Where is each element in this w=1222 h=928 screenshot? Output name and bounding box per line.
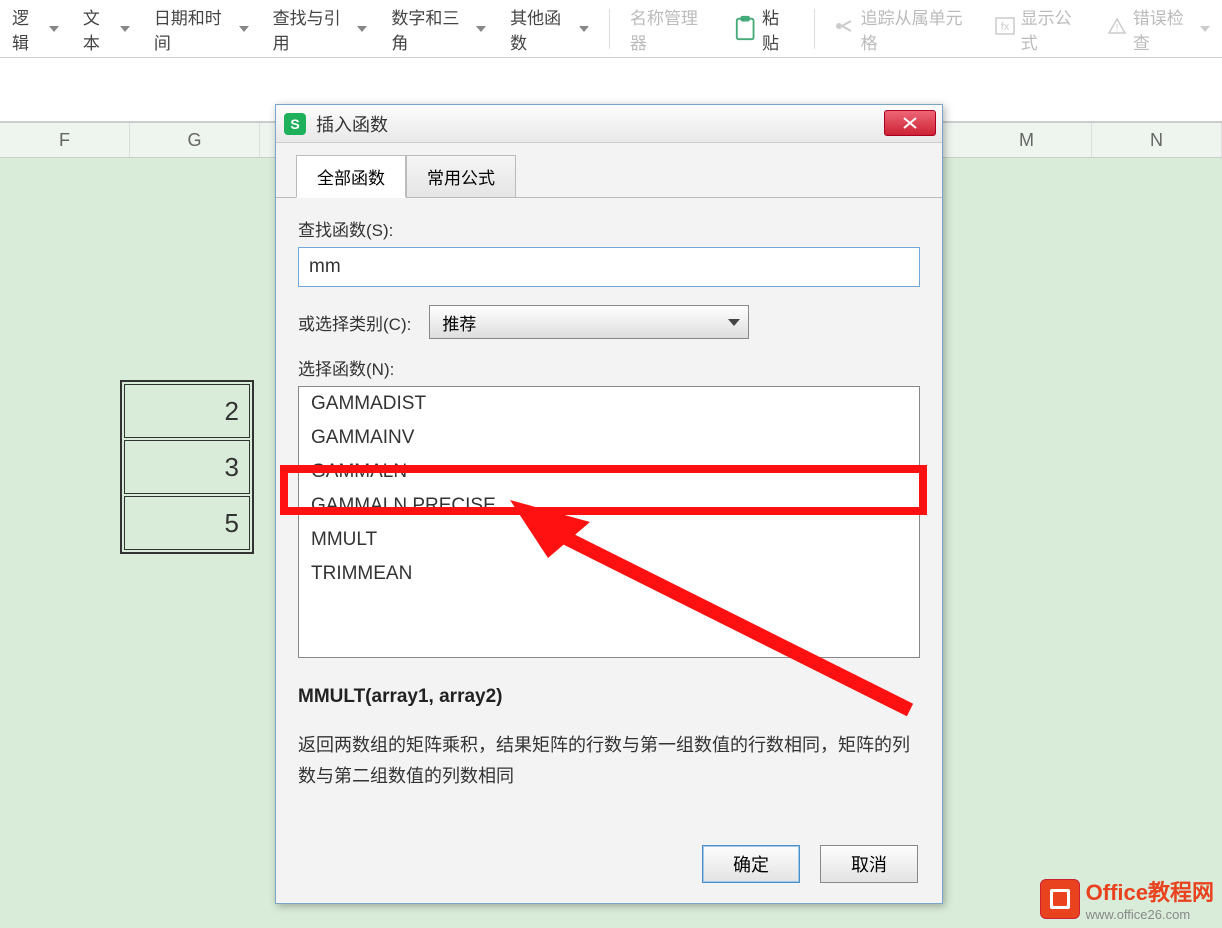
ok-button[interactable]: 确定 xyxy=(702,845,800,883)
category-label: 或选择类别(C): xyxy=(298,310,411,335)
col-header-n[interactable]: N xyxy=(1092,123,1222,157)
separator xyxy=(609,9,610,49)
ribbon-logic[interactable]: 逻辑 xyxy=(4,0,67,58)
watermark-url: www.office26.com xyxy=(1086,907,1214,922)
close-icon xyxy=(903,117,917,129)
ribbon-math-label: 数字和三角 xyxy=(391,4,470,54)
ribbon-lookup[interactable]: 查找与引用 xyxy=(265,0,376,58)
ribbon-logic-label: 逻辑 xyxy=(12,4,43,54)
data-table: 2 3 5 xyxy=(120,380,254,554)
function-item[interactable]: GAMMALN.PRECISE xyxy=(299,489,919,523)
select-function-label: 选择函数(N): xyxy=(298,355,920,380)
function-list[interactable]: GAMMADIST GAMMAINV GAMMALN GAMMALN.PRECI… xyxy=(298,386,920,658)
search-input[interactable] xyxy=(298,247,920,287)
tab-all-functions[interactable]: 全部函数 xyxy=(296,155,406,198)
insert-function-dialog: S 插入函数 全部函数 常用公式 查找函数(S): 或选择类别(C): 推荐 选… xyxy=(275,104,943,904)
ribbon-other-label: 其他函数 xyxy=(510,4,573,54)
ribbon-math[interactable]: 数字和三角 xyxy=(383,0,494,58)
category-value: 推荐 xyxy=(442,310,476,335)
category-select[interactable]: 推荐 xyxy=(429,305,749,339)
tab-common-formulas[interactable]: 常用公式 xyxy=(406,155,516,198)
dialog-title-text: 插入函数 xyxy=(316,111,388,137)
separator xyxy=(814,9,815,49)
cell[interactable]: 5 xyxy=(124,496,250,550)
close-button[interactable] xyxy=(884,110,936,136)
dropdown-icon xyxy=(579,26,589,32)
dialog-buttons: 确定 取消 xyxy=(702,845,918,883)
dropdown-icon xyxy=(239,26,249,32)
col-header-f[interactable]: F xyxy=(0,123,130,157)
svg-text:!: ! xyxy=(1115,23,1118,34)
ribbon-paste[interactable]: 粘贴 xyxy=(726,0,802,58)
ribbon-datetime-label: 日期和时间 xyxy=(154,4,233,54)
app-icon: S xyxy=(284,113,306,135)
function-description: 返回两数组的矩阵乘积，结果矩阵的行数与第一组数值的行数相同，矩阵的列数与第二组数… xyxy=(298,730,920,791)
dropdown-icon xyxy=(357,26,367,32)
ribbon-lookup-label: 查找与引用 xyxy=(273,4,352,54)
ribbon-text-label: 文本 xyxy=(83,4,114,54)
cancel-button[interactable]: 取消 xyxy=(820,845,918,883)
dropdown-icon xyxy=(1200,26,1210,32)
ribbon-other-funcs[interactable]: 其他函数 xyxy=(502,0,597,58)
dialog-tabs: 全部函数 常用公式 xyxy=(296,155,942,198)
watermark: Office教程网 www.office26.com xyxy=(1040,875,1214,922)
function-item-mmult[interactable]: MMULT xyxy=(299,523,919,557)
ribbon-name-manager-label: 名称管理器 xyxy=(630,4,710,54)
cell[interactable]: 3 xyxy=(124,440,250,494)
watermark-text: Office教程网 www.office26.com xyxy=(1086,875,1214,922)
watermark-icon xyxy=(1040,879,1080,919)
trace-icon xyxy=(835,17,855,40)
ribbon-trace-dependents[interactable]: 追踪从属单元格 xyxy=(827,0,979,58)
function-item[interactable]: GAMMAINV xyxy=(299,421,919,455)
dropdown-icon xyxy=(476,26,486,32)
col-header-m[interactable]: M xyxy=(962,123,1092,157)
dropdown-icon xyxy=(120,26,130,32)
cell[interactable]: 2 xyxy=(124,384,250,438)
function-item[interactable]: GAMMADIST xyxy=(299,387,919,421)
function-item[interactable]: TRIMMEAN xyxy=(299,557,919,591)
formula-icon: fx xyxy=(995,17,1015,40)
function-syntax: MMULT(array1, array2) xyxy=(298,686,920,708)
dropdown-icon xyxy=(728,319,740,326)
ribbon-error-check-label: 错误检查 xyxy=(1133,4,1194,54)
col-header-g[interactable]: G xyxy=(130,123,260,157)
ribbon-text[interactable]: 文本 xyxy=(75,0,138,58)
warning-icon: ! xyxy=(1107,17,1127,40)
ribbon-show-formulas-label: 显示公式 xyxy=(1021,4,1083,54)
ribbon-error-check[interactable]: ! 错误检查 xyxy=(1099,0,1218,58)
ribbon-name-manager[interactable]: 名称管理器 xyxy=(622,0,718,58)
ribbon-paste-label: 粘贴 xyxy=(762,4,794,54)
ribbon-trace-label: 追踪从属单元格 xyxy=(861,4,971,54)
dialog-titlebar[interactable]: S 插入函数 xyxy=(276,105,942,143)
paste-icon xyxy=(734,15,756,43)
watermark-title: Office教程网 xyxy=(1086,875,1214,907)
function-item[interactable]: GAMMALN xyxy=(299,455,919,489)
dropdown-icon xyxy=(49,26,59,32)
ribbon-show-formulas[interactable]: fx 显示公式 xyxy=(987,0,1091,58)
ribbon-toolbar: 逻辑 文本 日期和时间 查找与引用 数字和三角 其他函数 名称管理器 粘贴 追踪… xyxy=(0,0,1222,58)
ribbon-datetime[interactable]: 日期和时间 xyxy=(146,0,257,58)
dialog-body: 查找函数(S): 或选择类别(C): 推荐 选择函数(N): GAMMADIST… xyxy=(276,197,942,801)
svg-text:fx: fx xyxy=(1000,21,1009,33)
search-label: 查找函数(S): xyxy=(298,216,920,241)
